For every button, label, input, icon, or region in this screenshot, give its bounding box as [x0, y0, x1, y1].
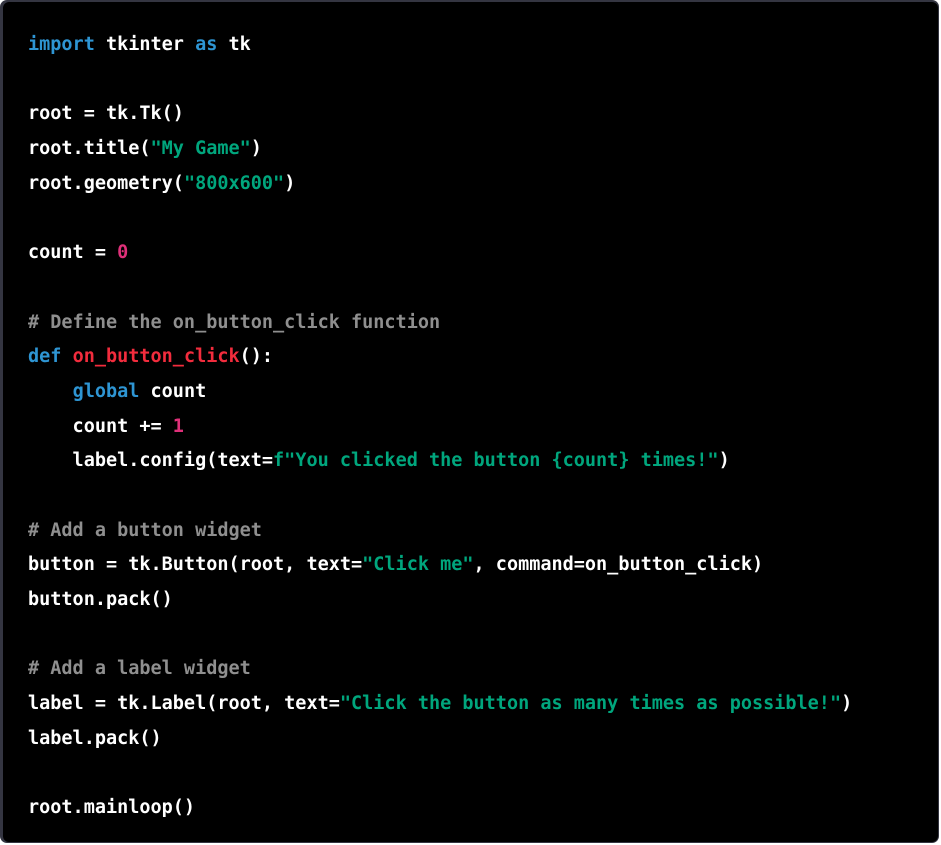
- code-line: button = tk.Button(root, text="Click me"…: [28, 548, 852, 583]
- code-token: tkinter: [94, 34, 196, 55]
- code-token: 1: [172, 415, 184, 437]
- code-token: import: [28, 34, 95, 55]
- code-line: label.pack(): [28, 722, 852, 757]
- code-line: root = tk.Tk(): [28, 97, 852, 132]
- code-token: ): [841, 693, 853, 715]
- code-token: "Click me": [362, 554, 474, 576]
- code-token: tk: [217, 34, 251, 55]
- code-token: "800x600": [183, 172, 285, 194]
- code-token: root.geometry(: [28, 172, 184, 194]
- code-token: label.config(text=: [28, 450, 274, 472]
- code-token: ): [284, 172, 296, 194]
- code-token: # Define the on_button_click function: [28, 311, 441, 333]
- code-token: button.pack(): [28, 589, 173, 610]
- code-line: root.geometry("800x600"): [28, 167, 852, 202]
- code-token: count: [139, 380, 207, 402]
- code-content: import tkinter as tk root = tk.Tk() root.t…: [28, 28, 852, 826]
- code-line: label = tk.Label(root, text="Click the b…: [28, 687, 852, 722]
- code-token: button = tk.Button(root, text=: [28, 554, 363, 576]
- code-token: count =: [28, 242, 118, 264]
- code-token: "Click the button as many times as possi…: [339, 693, 842, 715]
- code-token: ): [250, 138, 262, 160]
- code-line: # Add a button widget: [28, 514, 852, 549]
- code-line: def on_button_click():: [28, 340, 852, 375]
- code-token: "My Game": [150, 138, 251, 160]
- code-token: , command=on_button_click): [473, 554, 764, 576]
- code-line: count = 0: [28, 236, 852, 271]
- code-token: root.mainloop(): [28, 797, 196, 819]
- code-token: # Add a button widget: [28, 519, 262, 541]
- code-line: # Add a label widget: [28, 652, 852, 687]
- code-line: global count: [28, 375, 852, 410]
- code-token: count +=: [28, 415, 173, 437]
- code-token: def: [28, 346, 62, 368]
- code-token: label.pack(): [28, 727, 162, 749]
- code-line: root.title("My Game"): [28, 132, 852, 167]
- code-token: root.title(: [28, 138, 151, 160]
- code-token: ():: [239, 346, 274, 368]
- code-token: # Add a label widget: [28, 658, 251, 680]
- code-token: on_button_click: [72, 346, 240, 368]
- code-line: import tkinter as tk: [28, 28, 852, 63]
- code-token: root = tk.Tk(): [28, 103, 184, 125]
- code-line: count += 1: [28, 410, 852, 445]
- code-frame: import tkinter as tk root = tk.Tk() root.t…: [0, 0, 939, 843]
- code-line: # Define the on_button_click function: [28, 306, 852, 341]
- code-block: import tkinter as tk root = tk.Tk() root.t…: [3, 2, 938, 842]
- code-line: label.config(text=f"You clicked the butt…: [28, 444, 852, 479]
- code-token: as: [195, 34, 218, 55]
- code-line: root.mainloop(): [28, 791, 852, 826]
- code-token: f"You clicked the button {count} times!": [273, 450, 719, 472]
- code-token: global: [72, 380, 140, 402]
- code-line: button.pack(): [28, 583, 852, 618]
- code-token: 0: [117, 242, 129, 264]
- code-token: ): [718, 450, 730, 472]
- code-token: label = tk.Label(root, text=: [28, 693, 340, 715]
